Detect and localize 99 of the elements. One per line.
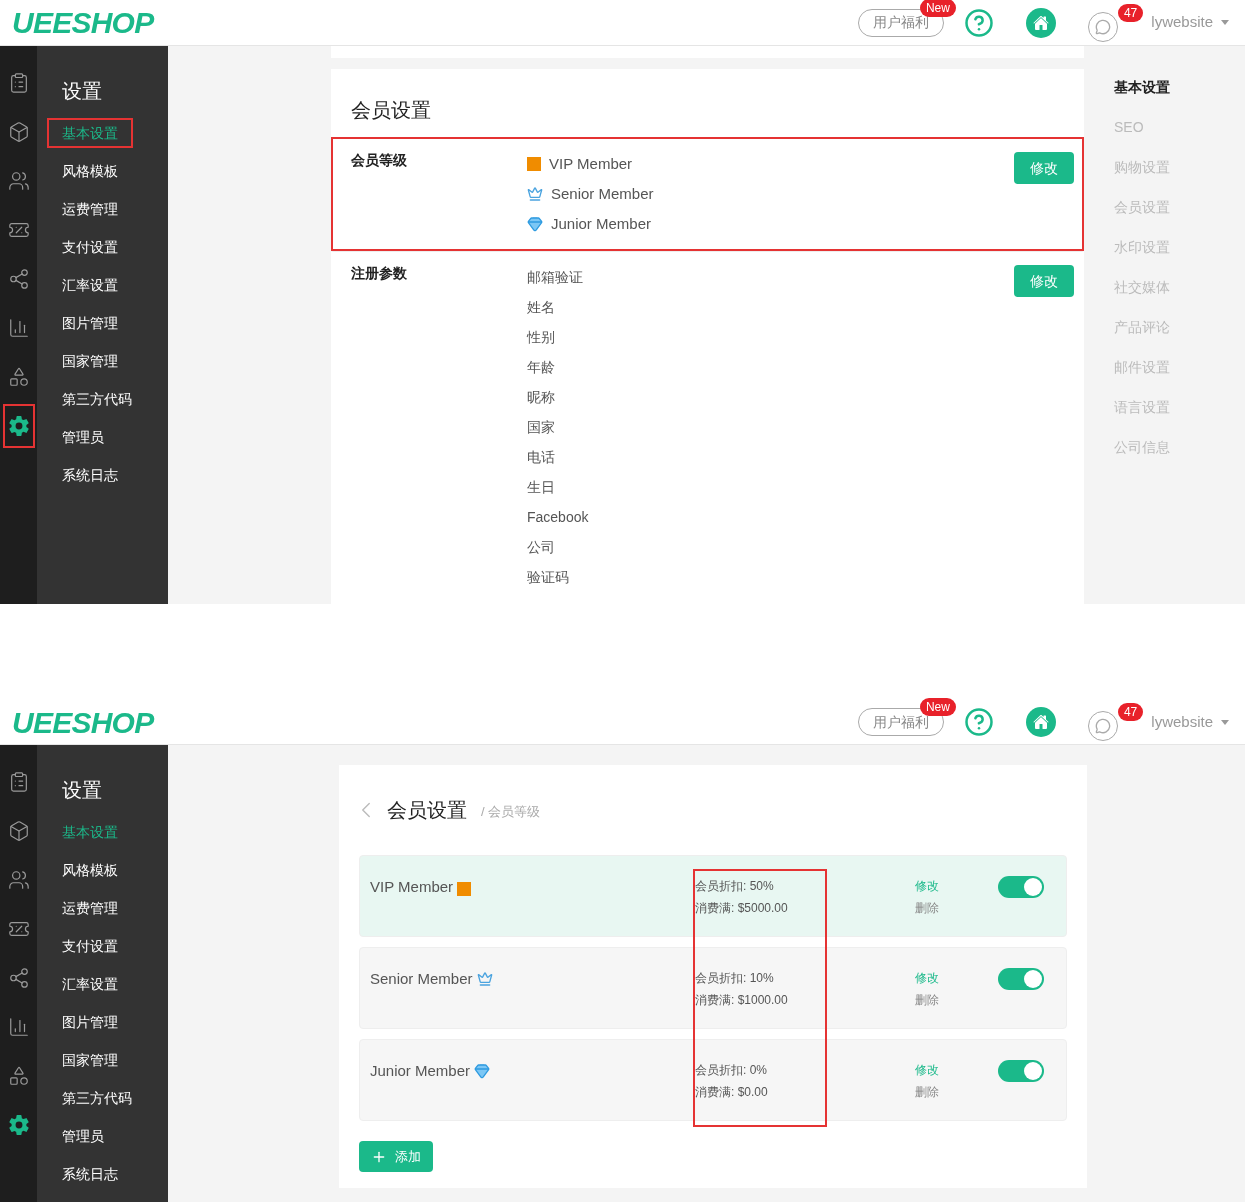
threshold-text: 消费满: $5000.00 <box>695 900 789 917</box>
home-button[interactable] <box>1025 7 1056 38</box>
member-level-name: Junior Member <box>370 1061 471 1081</box>
member-level: VIP Member <box>549 153 633 174</box>
shapes-icon <box>7 366 30 388</box>
discount-text: 会员折扣: 10% <box>695 970 775 987</box>
crown-icon <box>527 186 543 202</box>
delete-link[interactable]: 删除 <box>915 991 939 1009</box>
menu-title: 设置 <box>61 778 103 803</box>
user-menu[interactable]: lywebsite <box>1151 11 1229 34</box>
field-name: 昵称 <box>527 387 555 407</box>
settings-icon <box>7 415 30 437</box>
message-count-badge: 47 <box>1117 3 1144 22</box>
help-icon[interactable] <box>963 7 994 38</box>
menu-item[interactable]: 管理员 <box>47 422 119 452</box>
menu-item[interactable]: 风格模板 <box>47 156 133 186</box>
bar-chart-icon <box>7 317 30 339</box>
field-name: 验证码 <box>527 567 569 587</box>
field-name: 性别 <box>527 327 555 347</box>
new-badge: New <box>919 698 956 716</box>
menu-item[interactable]: 风格模板 <box>47 855 133 885</box>
member-level: Senior Member <box>551 183 654 204</box>
help-icon[interactable] <box>963 707 994 737</box>
section-nav-link[interactable]: 基本设置 <box>1114 76 1245 98</box>
edit-button[interactable]: 修改 <box>1014 152 1074 184</box>
gem-icon <box>474 1063 491 1079</box>
nodes-icon <box>7 268 30 290</box>
field-name: 邮箱验证 <box>527 267 583 287</box>
home-icon <box>1032 14 1049 31</box>
square-icon <box>457 882 472 896</box>
delete-link[interactable]: 删除 <box>915 1083 939 1101</box>
menu-item[interactable]: 系统日志 <box>47 460 133 490</box>
nodes-icon <box>7 967 30 989</box>
menu-item[interactable]: 第三方代码 <box>47 384 147 414</box>
message-count-badge: 47 <box>1117 703 1144 721</box>
discount-text: 会员折扣: 0% <box>695 1062 768 1079</box>
edit-link[interactable]: 修改 <box>915 877 939 895</box>
member-level-name: VIP Member <box>370 877 454 897</box>
threshold-text: 消费满: $0.00 <box>695 1084 769 1101</box>
crown-icon <box>476 971 493 987</box>
field-name: 国家 <box>527 417 555 437</box>
menu-item[interactable]: 基本设置 <box>47 118 133 148</box>
gem-icon <box>527 216 543 232</box>
new-badge: New <box>919 0 956 17</box>
field-name: 生日 <box>527 477 555 497</box>
edit-link[interactable]: 修改 <box>915 1061 939 1079</box>
add-button[interactable]: 添加 <box>359 1141 433 1172</box>
menu-item[interactable]: 图片管理 <box>47 1007 133 1037</box>
field-name: 电话 <box>527 447 555 467</box>
chat-icon <box>1094 18 1111 35</box>
section-label: 注册参数 <box>351 264 408 283</box>
user-menu[interactable]: lywebsite <box>1151 710 1229 734</box>
field-name: 年龄 <box>527 357 555 377</box>
menu-item[interactable]: 支付设置 <box>47 931 133 961</box>
menu-item[interactable]: 运费管理 <box>47 893 133 923</box>
member-level-name: Senior Member <box>370 969 473 989</box>
menu-item[interactable]: 系统日志 <box>47 1159 133 1189</box>
field-name: 姓名 <box>527 297 555 317</box>
home-icon <box>1032 714 1049 730</box>
menu-item[interactable]: 运费管理 <box>47 194 133 224</box>
menu-item[interactable]: 支付设置 <box>47 232 133 262</box>
chat-icon <box>1094 718 1111 734</box>
logo: UEESHOP <box>12 704 154 741</box>
users-icon <box>7 170 30 192</box>
home-button[interactable] <box>1025 707 1056 737</box>
toggle-switch[interactable] <box>998 1060 1044 1082</box>
menu-item[interactable]: 管理员 <box>47 1121 119 1151</box>
edit-link[interactable]: 修改 <box>915 969 939 987</box>
menu-item[interactable]: 汇率设置 <box>47 270 133 300</box>
breadcrumb: / 会员等级 <box>481 803 541 822</box>
box-icon <box>7 820 30 842</box>
section-label: 会员等级 <box>351 151 408 170</box>
menu-title: 设置 <box>61 79 103 104</box>
field-name: 公司 <box>527 537 555 557</box>
shapes-icon <box>7 1065 30 1087</box>
menu-item[interactable]: 国家管理 <box>47 346 133 376</box>
caret-icon <box>1221 20 1229 25</box>
caret-icon <box>1221 719 1229 725</box>
menu-item[interactable]: 图片管理 <box>47 308 133 338</box>
menu-item[interactable]: 汇率设置 <box>47 969 133 999</box>
discount-text: 会员折扣: 50% <box>695 878 775 895</box>
menu-item[interactable]: 国家管理 <box>47 1045 133 1075</box>
toggle-switch[interactable] <box>998 968 1044 990</box>
card-title: 会员设置 <box>350 98 432 123</box>
box-icon <box>7 121 30 143</box>
card-title: 会员设置 <box>387 798 467 823</box>
threshold-text: 消费满: $1000.00 <box>695 992 789 1009</box>
settings-icon <box>7 1114 30 1136</box>
edit-button[interactable]: 修改 <box>1014 265 1074 297</box>
toggle-switch[interactable] <box>998 876 1044 898</box>
field-name: Facebook <box>527 507 589 527</box>
square-icon <box>527 157 541 171</box>
member-level: Junior Member <box>551 213 652 234</box>
logo: UEESHOP <box>12 5 154 41</box>
delete-link[interactable]: 删除 <box>915 899 939 917</box>
menu-item[interactable]: 第三方代码 <box>47 1083 147 1113</box>
bar-chart-icon <box>7 1016 30 1038</box>
users-icon <box>7 869 30 891</box>
menu-item[interactable]: 基本设置 <box>47 817 133 847</box>
